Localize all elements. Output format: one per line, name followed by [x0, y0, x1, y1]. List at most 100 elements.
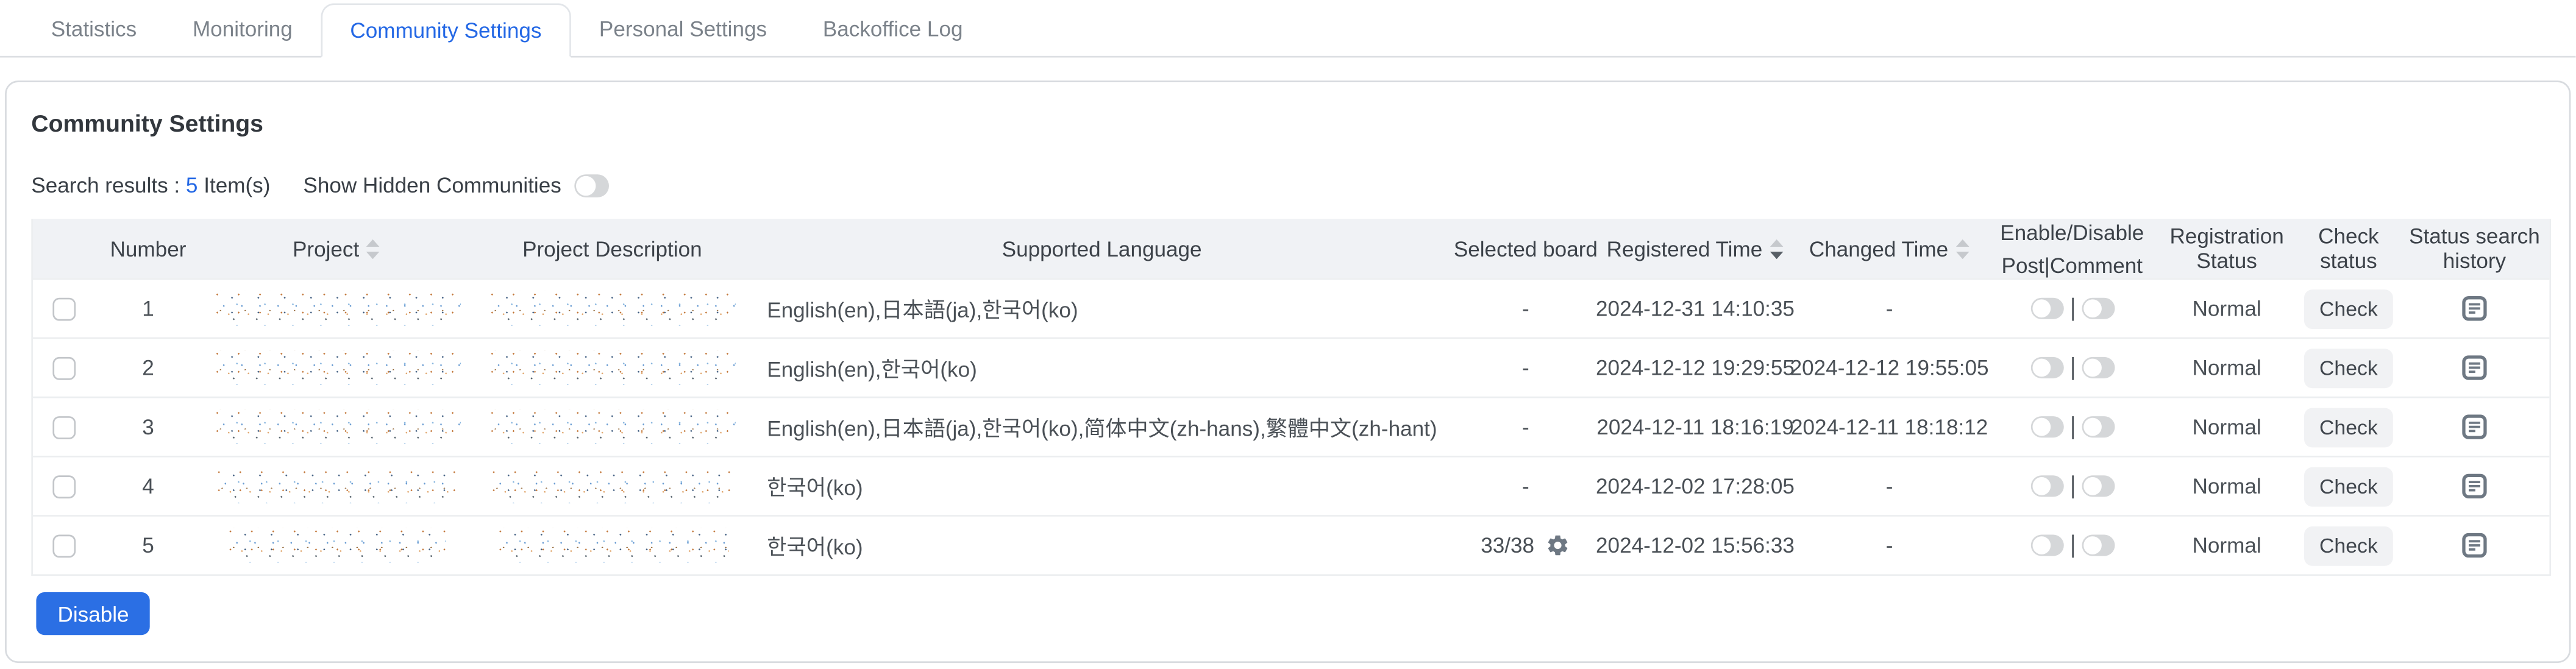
selected-board-value: -: [1522, 355, 1529, 380]
search-results-row: Search results : 5 Item(s) Show Hidden C…: [31, 173, 2544, 198]
column-label: Status search: [2409, 224, 2540, 249]
toggle-knob: [2032, 536, 2050, 554]
selected-board-value: -: [1522, 296, 1529, 321]
comment-enable-toggle[interactable]: [2081, 298, 2114, 319]
column-header-number: Number: [96, 219, 201, 278]
column-header-chg[interactable]: Changed Time: [1791, 219, 1988, 278]
toggle-separator: [2071, 356, 2073, 380]
changed-time: -: [1886, 474, 1893, 499]
column-header-reg[interactable]: Registered Time: [1599, 219, 1790, 278]
memo-icon: [2462, 414, 2487, 439]
community-settings-page: StatisticsMonitoringCommunity SettingsPe…: [0, 0, 2576, 669]
column-header-project[interactable]: Project: [201, 219, 472, 278]
column-header-status: RegistrationStatus: [2156, 219, 2297, 278]
toggle-knob: [2032, 359, 2050, 377]
board-settings-gear-icon[interactable]: [1546, 533, 1571, 558]
tab-backoffice-log[interactable]: Backoffice Log: [795, 2, 991, 56]
table-row: 2English(en),한국어(ko)-2024-12-12 19:29:55…: [33, 338, 2549, 397]
registered-time: 2024-12-12 19:29:55: [1596, 355, 1795, 380]
changed-time: 2024-12-11 18:18:12: [1791, 414, 1988, 439]
status-history-button[interactable]: [2462, 533, 2487, 558]
row-checkbox[interactable]: [52, 534, 76, 557]
supported-language: 한국어(ko): [767, 529, 863, 561]
check-button[interactable]: Check: [2305, 348, 2393, 388]
post-enable-toggle[interactable]: [2030, 298, 2063, 319]
comment-enable-toggle[interactable]: [2081, 357, 2114, 378]
status-history-button[interactable]: [2462, 414, 2487, 439]
registered-time: 2024-12-31 14:10:35: [1596, 296, 1795, 321]
row-number: 3: [142, 414, 154, 439]
table-header-row: Number Project Project Description Supporte…: [33, 219, 2549, 278]
search-results-label: Search results :: [31, 173, 186, 198]
supported-language: 한국어(ko): [767, 470, 863, 501]
status-history-button[interactable]: [2462, 296, 2487, 321]
supported-language: English(en),日本語(ja),한국어(ko),简体中文(zh-hans…: [767, 411, 1437, 442]
project-name-redacted: [213, 291, 460, 326]
row-number: 1: [142, 296, 154, 321]
toggle-separator: [2071, 297, 2073, 320]
column-label: Registered Time: [1607, 236, 1763, 261]
tab-personal-settings[interactable]: Personal Settings: [571, 2, 795, 56]
post-enable-toggle[interactable]: [2030, 416, 2063, 437]
column-header-lang: Supported Language: [752, 219, 1452, 278]
comment-enable-toggle[interactable]: [2081, 475, 2114, 497]
post-enable-toggle[interactable]: [2030, 535, 2063, 556]
memo-icon: [2462, 355, 2487, 380]
status-history-button[interactable]: [2462, 355, 2487, 380]
tab-bar: StatisticsMonitoringCommunity SettingsPe…: [0, 0, 2576, 58]
tab-monitoring[interactable]: Monitoring: [165, 2, 321, 56]
show-hidden-communities-label: Show Hidden Communities: [303, 173, 561, 198]
toggle-knob: [2032, 299, 2050, 317]
project-name-redacted: [213, 350, 460, 385]
project-name-redacted: [213, 409, 460, 444]
memo-icon: [2462, 474, 2487, 499]
column-label: Number: [110, 236, 187, 261]
column-header-check: Checkstatus: [2297, 219, 2399, 278]
registration-status: Normal: [2193, 474, 2261, 499]
status-history-button[interactable]: [2462, 474, 2487, 499]
column-header-desc: Project Description: [472, 219, 752, 278]
tab-statistics[interactable]: Statistics: [23, 2, 165, 56]
registered-time: 2024-12-02 17:28:05: [1596, 474, 1795, 499]
row-checkbox[interactable]: [52, 416, 76, 439]
toggle-separator: [2071, 416, 2073, 439]
registration-status: Normal: [2193, 533, 2261, 558]
check-button[interactable]: Check: [2305, 466, 2393, 506]
show-hidden-communities-toggle[interactable]: [574, 174, 609, 197]
project-description-redacted: [489, 350, 736, 385]
comment-enable-toggle[interactable]: [2081, 535, 2114, 556]
post-enable-toggle[interactable]: [2030, 357, 2063, 378]
project-name-redacted: [227, 528, 446, 563]
column-label: status: [2320, 249, 2377, 274]
table-row: 1 English(en),日本語(ja),한국어(ko) - 2024-12-31 …: [33, 278, 2549, 337]
check-button[interactable]: Check: [2305, 526, 2393, 565]
disable-button[interactable]: Disable: [36, 592, 150, 635]
selected-board-value: -: [1522, 474, 1529, 499]
page-title: Community Settings: [31, 112, 2544, 138]
check-button[interactable]: Check: [2305, 407, 2393, 447]
row-number: 4: [142, 474, 154, 499]
tab-community-settings[interactable]: Community Settings: [321, 3, 571, 57]
comment-enable-toggle[interactable]: [2081, 416, 2114, 437]
column-label: Changed Time: [1809, 236, 1948, 261]
registration-status: Normal: [2193, 414, 2261, 439]
sort-icon-project[interactable]: [366, 238, 380, 259]
sort-icon-reg[interactable]: [1769, 238, 1784, 259]
changed-time: -: [1886, 533, 1893, 558]
changed-time: 2024-12-12 19:55:05: [1790, 355, 1989, 380]
project-description-redacted: [491, 469, 735, 504]
check-button[interactable]: Check: [2305, 289, 2393, 328]
post-enable-toggle[interactable]: [2030, 475, 2063, 497]
row-checkbox[interactable]: [52, 297, 76, 320]
column-label: Project Description: [522, 236, 702, 261]
row-checkbox[interactable]: [52, 475, 76, 498]
column-label: history: [2443, 249, 2506, 274]
supported-language: English(en),日本語(ja),한국어(ko): [767, 293, 1078, 324]
column-label: Status: [2196, 249, 2257, 274]
table-row: 5한국어(ko)33/382024-12-02 15:56:33-NormalC…: [33, 515, 2549, 574]
sort-icon-chg[interactable]: [1955, 238, 1969, 259]
column-header-history: Status searchhistory: [2400, 219, 2550, 278]
toggle-knob: [2083, 359, 2101, 377]
row-checkbox[interactable]: [52, 356, 76, 380]
registered-time: 2024-12-11 18:16:19: [1596, 414, 1793, 439]
